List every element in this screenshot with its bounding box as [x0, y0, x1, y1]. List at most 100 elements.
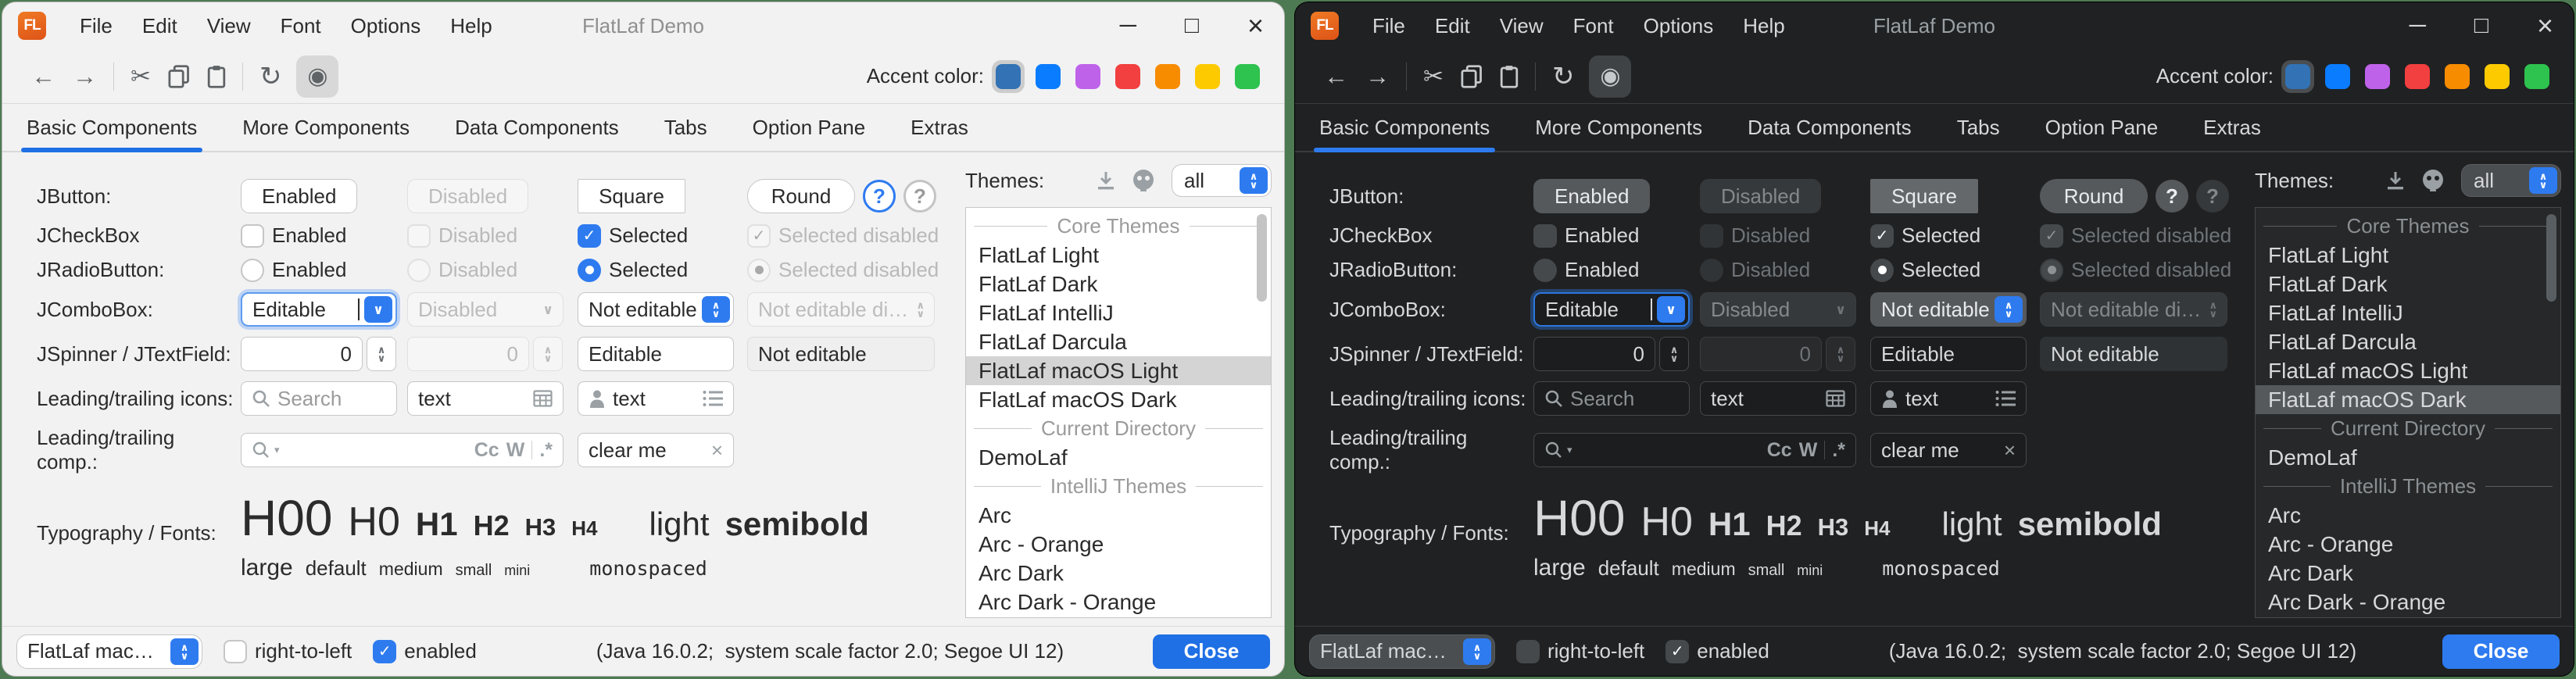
- menu-item[interactable]: Edit: [127, 14, 192, 38]
- tab[interactable]: Option Pane: [2040, 104, 2164, 151]
- lookandfeel-combobox[interactable]: FlatLaf macOS Li... ∧∨: [16, 634, 202, 669]
- cut-icon[interactable]: ✂: [131, 63, 151, 91]
- combobox-not-editable[interactable]: Not editable ∧∨: [1870, 292, 2027, 327]
- theme-list-item[interactable]: Current Directory: [966, 414, 1271, 443]
- theme-list-item[interactable]: Core Themes: [2256, 212, 2560, 241]
- menu-item[interactable]: Font: [1558, 14, 1629, 38]
- theme-list-item[interactable]: FlatLaf macOS Dark: [2256, 385, 2560, 414]
- checkbox-selected[interactable]: ✓: [1870, 224, 1894, 248]
- chevron-down-icon[interactable]: ∨: [364, 296, 392, 323]
- help-button-disabled[interactable]: ?: [903, 180, 936, 213]
- chevron-updown-icon[interactable]: ∧∨: [2529, 167, 2557, 194]
- close-button[interactable]: Close: [1153, 634, 1270, 669]
- spinner-arrows-icon[interactable]: ∧∨: [367, 337, 396, 371]
- tab[interactable]: Extras: [905, 104, 974, 151]
- refresh-icon[interactable]: ↻: [1552, 61, 1575, 92]
- theme-list-item[interactable]: FlatLaf IntelliJ: [966, 298, 1271, 327]
- theme-list-item[interactable]: IntelliJ Themes: [966, 472, 1271, 501]
- themes-filter-combobox[interactable]: all ∧∨: [2461, 164, 2561, 197]
- theme-list-item[interactable]: FlatLaf macOS Light: [966, 356, 1271, 385]
- tab[interactable]: Data Components: [1742, 104, 1917, 151]
- maximize-icon[interactable]: □: [2474, 14, 2488, 38]
- help-button[interactable]: ?: [863, 180, 896, 213]
- theme-list-item[interactable]: Arc Dark: [966, 559, 1271, 588]
- accent-color-swatch[interactable]: [2441, 60, 2474, 93]
- theme-list-item[interactable]: Arc Dark: [2256, 559, 2560, 588]
- theme-list-item[interactable]: Arc: [966, 501, 1271, 530]
- chevron-updown-icon[interactable]: ∧∨: [170, 638, 199, 665]
- menu-item[interactable]: View: [192, 14, 266, 38]
- menu-item[interactable]: Font: [266, 14, 336, 38]
- theme-list-item[interactable]: Core Themes: [966, 212, 1271, 241]
- enabled-checkbox[interactable]: ✓ enabled: [373, 639, 477, 663]
- theme-list-item[interactable]: Arc - Orange: [966, 530, 1271, 559]
- accent-color-swatch[interactable]: [1151, 60, 1184, 93]
- date-input[interactable]: text: [1700, 381, 1856, 416]
- combobox-editable[interactable]: Editable ∨: [241, 292, 397, 327]
- paste-icon[interactable]: [1500, 65, 1519, 88]
- theme-list-item[interactable]: FlatLaf Darcula: [966, 327, 1271, 356]
- round-button[interactable]: Round: [2040, 179, 2148, 213]
- radio-enabled[interactable]: [1533, 259, 1557, 282]
- accent-color-swatch[interactable]: [1191, 60, 1224, 93]
- themes-list[interactable]: Core ThemesFlatLaf LightFlatLaf DarkFlat…: [2255, 207, 2561, 618]
- accent-color-swatch[interactable]: [2321, 60, 2354, 93]
- spinner[interactable]: 0 ∧∨: [1533, 337, 1689, 371]
- clear-icon[interactable]: ×: [2004, 438, 2016, 463]
- accent-color-swatch[interactable]: [992, 60, 1025, 93]
- regex-button[interactable]: .*: [539, 439, 553, 462]
- tab[interactable]: Basic Components: [21, 104, 202, 151]
- theme-list-item[interactable]: FlatLaf macOS Light: [2256, 356, 2560, 385]
- combobox-not-editable[interactable]: Not editable ∧∨: [578, 292, 734, 327]
- regex-button[interactable]: .*: [1832, 439, 1845, 462]
- user-input[interactable]: text: [1870, 381, 2027, 416]
- tab[interactable]: Tabs: [1952, 104, 2005, 151]
- menu-item[interactable]: View: [1485, 14, 1558, 38]
- menu-item[interactable]: Help: [435, 14, 506, 38]
- search-dropdown-icon[interactable]: [252, 441, 270, 459]
- github-icon[interactable]: [1131, 168, 1156, 193]
- lookandfeel-combobox[interactable]: FlatLaf macOS D... ∧∨: [1309, 634, 1495, 669]
- paste-icon[interactable]: [207, 65, 226, 88]
- chevron-updown-icon[interactable]: ∧∨: [1240, 167, 1268, 194]
- theme-list-item[interactable]: Arc Dark - Orange: [2256, 588, 2560, 616]
- copy-icon[interactable]: [168, 65, 190, 88]
- refresh-icon[interactable]: ↻: [259, 61, 282, 92]
- whole-word-button[interactable]: W: [1799, 439, 1818, 462]
- theme-list-item[interactable]: FlatLaf Dark: [2256, 270, 2560, 298]
- minimize-icon[interactable]: ─: [2410, 14, 2426, 38]
- calendar-icon[interactable]: [533, 389, 553, 408]
- enabled-button[interactable]: Enabled: [241, 179, 357, 213]
- theme-list-item[interactable]: FlatLaf Dark: [966, 270, 1271, 298]
- search-dropdown-icon[interactable]: [1544, 441, 1563, 459]
- spinner[interactable]: 0 ∧∨: [241, 337, 396, 371]
- menu-item[interactable]: File: [65, 14, 127, 38]
- tab[interactable]: Extras: [2198, 104, 2267, 151]
- scrollbar-thumb[interactable]: [2546, 214, 2556, 302]
- accent-color-swatch[interactable]: [2281, 60, 2314, 93]
- rtl-checkbox[interactable]: right-to-left: [224, 639, 352, 663]
- radio-selected[interactable]: [578, 259, 601, 282]
- search-with-options-input[interactable]: ▾ Cc W .*: [1533, 433, 1856, 467]
- show-hidden-toggle[interactable]: ◉: [296, 55, 338, 98]
- forward-icon[interactable]: →: [73, 63, 97, 91]
- checkbox-enabled[interactable]: [241, 224, 264, 248]
- theme-list-item[interactable]: FlatLaf Darcula: [2256, 327, 2560, 356]
- theme-list-item[interactable]: Current Directory: [2256, 414, 2560, 443]
- match-case-button[interactable]: Cc: [474, 439, 499, 462]
- show-hidden-toggle[interactable]: ◉: [1589, 55, 1631, 98]
- user-input[interactable]: text: [578, 381, 734, 416]
- accent-color-swatch[interactable]: [1072, 60, 1104, 93]
- tab[interactable]: Data Components: [449, 104, 624, 151]
- forward-icon[interactable]: →: [1365, 63, 1390, 91]
- theme-list-item[interactable]: DemoLaf: [2256, 443, 2560, 472]
- chevron-updown-icon[interactable]: ∧∨: [1995, 296, 2023, 323]
- checkbox-enabled[interactable]: [1533, 224, 1557, 248]
- theme-list-item[interactable]: DemoLaf: [966, 443, 1271, 472]
- search-input[interactable]: Search: [241, 381, 397, 416]
- tab[interactable]: Basic Components: [1314, 104, 1495, 151]
- textfield-editable[interactable]: Editable: [1870, 337, 2027, 371]
- menu-item[interactable]: File: [1358, 14, 1420, 38]
- close-button[interactable]: Close: [2442, 634, 2560, 669]
- close-icon[interactable]: ×: [2537, 12, 2553, 40]
